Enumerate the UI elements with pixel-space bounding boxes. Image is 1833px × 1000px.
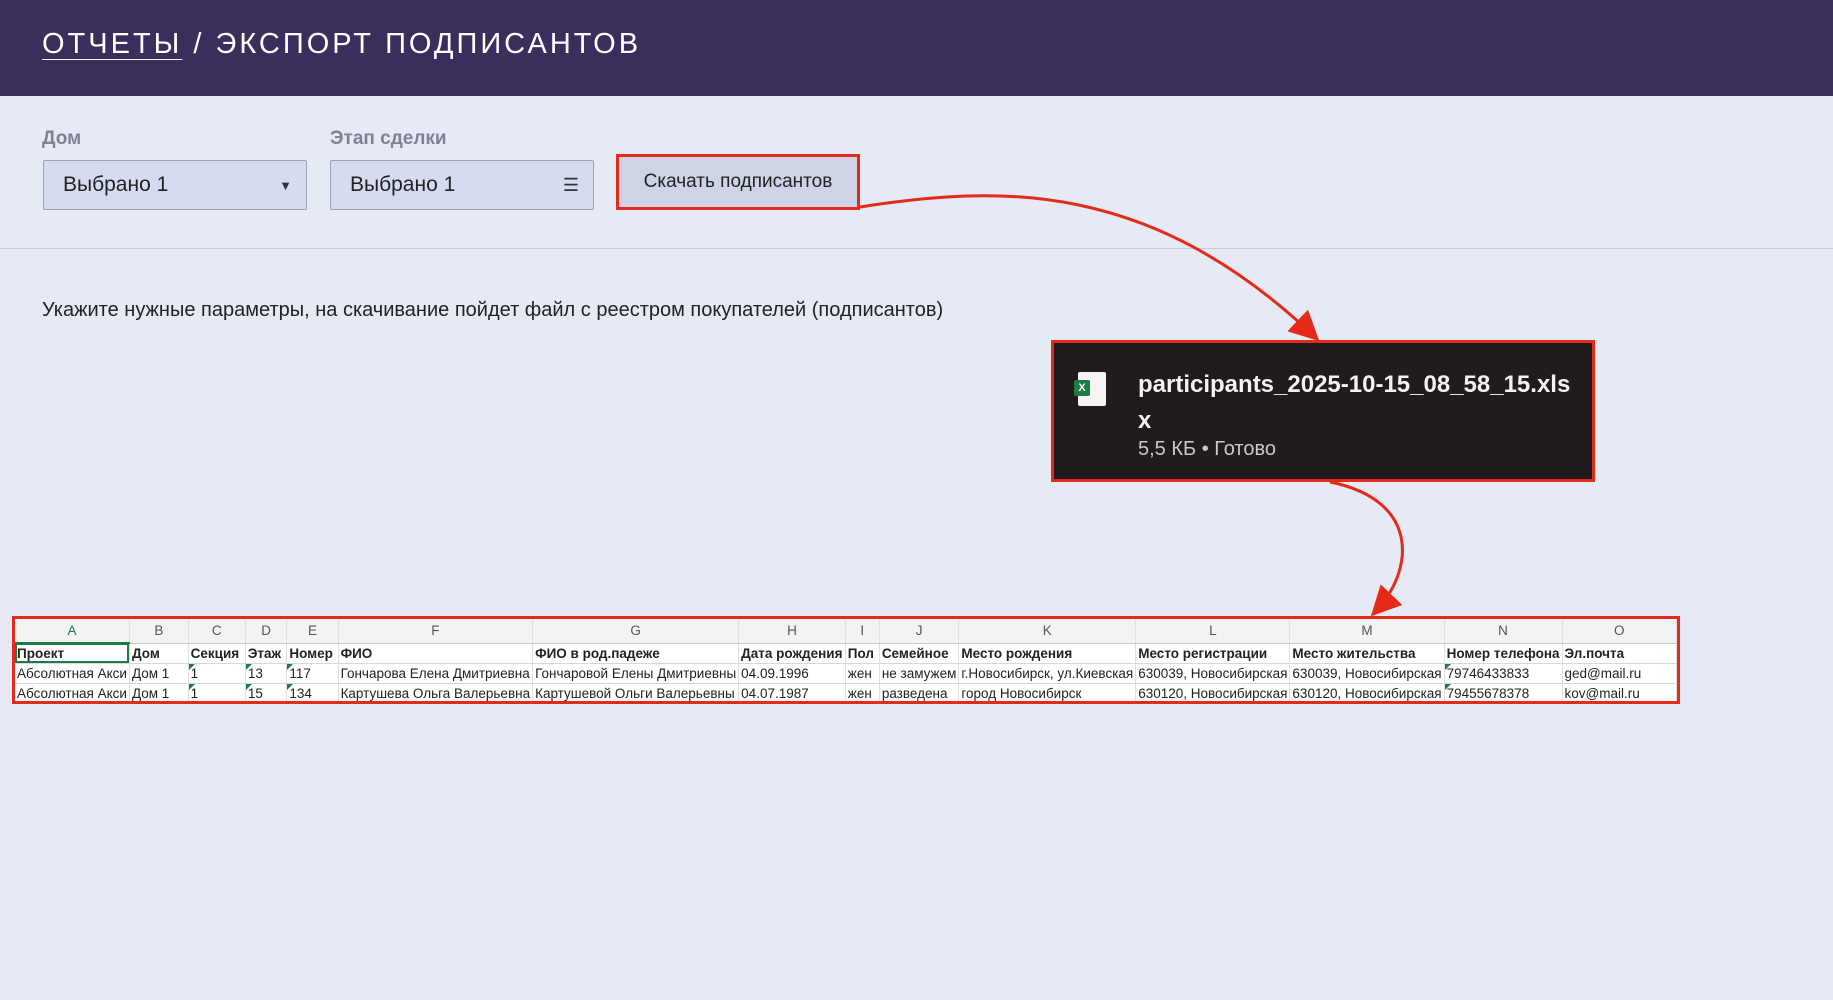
annotation-arrows bbox=[859, 194, 1404, 617]
arrow-button-to-download bbox=[859, 194, 1320, 342]
arrow-download-to-sheet bbox=[1329, 480, 1404, 617]
